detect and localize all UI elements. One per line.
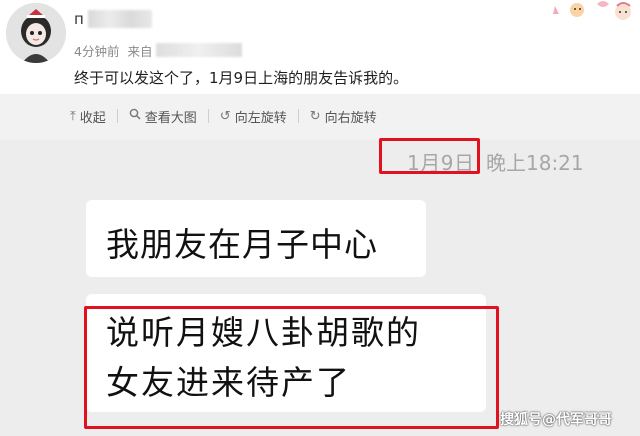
toolbar-divider <box>116 109 118 123</box>
date-highlight-box <box>379 138 480 174</box>
post-source-redacted <box>156 43 243 57</box>
rotate-right-icon: ↻ <box>309 108 321 124</box>
toolbar-divider <box>207 109 209 123</box>
username-redacted <box>87 10 152 28</box>
username[interactable]: п <box>74 6 152 32</box>
magnify-icon <box>129 108 141 124</box>
chat-time: 晚上18:21 <box>486 151 584 175</box>
rotate-right-button[interactable]: ↻ 向右旋转 <box>310 107 377 126</box>
collapse-button[interactable]: ⤒ 收起 <box>70 107 106 126</box>
post-time: 4分钟前 <box>74 43 120 59</box>
post-text: 终于可以发这个了，1月9日上海的朋友告诉我的。 <box>74 69 409 87</box>
username-first-char: п <box>74 10 84 28</box>
decorative-sticker-icon <box>545 0 640 30</box>
rotate-left-icon: ↺ <box>219 108 231 124</box>
post-meta: 4分钟前 来自 <box>74 41 243 59</box>
collapse-label: 收起 <box>79 110 106 126</box>
avatar-image <box>6 3 66 63</box>
avatar[interactable] <box>6 3 66 63</box>
rotate-right-label: 向右旋转 <box>324 110 377 126</box>
rotate-left-label: 向左旋转 <box>234 110 287 126</box>
view-large-label: 查看大图 <box>144 110 197 126</box>
watermark: 搜狐号@代军哥哥 <box>500 412 612 428</box>
toolbar-divider <box>297 109 299 123</box>
collapse-icon: ⤒ <box>70 108 76 124</box>
image-tools: ⤒ 收起 查看大图 ↺ 向左旋转 ↻ 向右旋转 <box>70 101 377 131</box>
view-large-button[interactable]: 查看大图 <box>129 107 197 126</box>
chat-message-1: 我朋友在月子中心 <box>106 225 378 264</box>
post-source-prefix: 来自 <box>127 43 153 59</box>
rotate-left-button[interactable]: ↺ 向左旋转 <box>220 107 287 126</box>
message-highlight-box <box>84 306 499 429</box>
